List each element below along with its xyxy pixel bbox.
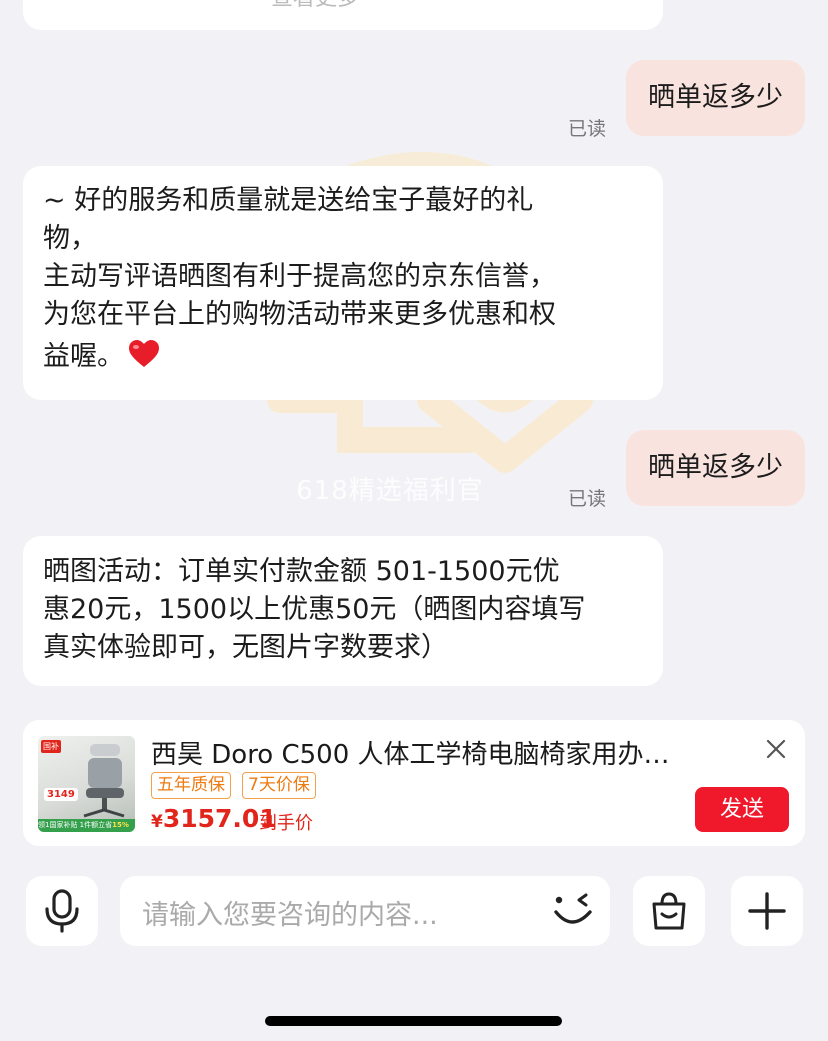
currency-symbol: ¥ bbox=[151, 812, 163, 832]
message-line: 益喔。 bbox=[43, 341, 124, 372]
thumb-banner: 领1国家补贴 1件额立省15% bbox=[38, 819, 135, 832]
watermark-text: 618精选福利官 bbox=[296, 476, 484, 506]
message-bubble-out[interactable]: 晒单返多少 bbox=[626, 430, 805, 506]
message-line-last: 益喔。 bbox=[43, 338, 643, 376]
thumb-banner-discount: 15% bbox=[112, 821, 129, 829]
price-protect-tag: 7天价保 bbox=[242, 772, 316, 799]
message-line: 主动写评语晒图有利于提高您的京东信誉， bbox=[43, 261, 556, 292]
message-bubble-in[interactable]: ~ 好的服务和质量就是送给宝子蕞好的礼 物， 主动写评语晒图有利于提高您的京东信… bbox=[23, 166, 663, 400]
message-line: 真实体验即可，无图片字数要求） bbox=[43, 632, 448, 663]
microphone-icon bbox=[45, 889, 79, 933]
thumb-price: 3149 bbox=[44, 788, 78, 801]
warranty-tag: 五年质保 bbox=[151, 772, 231, 799]
message-bubble-in[interactable]: 晒图活动：订单实付款金额 501-1500元优 惠20元，1500以上优惠50元… bbox=[23, 536, 663, 686]
price-label: 到手价 bbox=[259, 813, 313, 834]
thumb-badge: 国补 bbox=[41, 740, 61, 753]
plus-icon bbox=[748, 892, 786, 930]
read-status: 已读 bbox=[568, 488, 607, 510]
send-product-button[interactable]: 发送 bbox=[695, 787, 789, 832]
product-card[interactable]: 国补 3149 领1国家补贴 1件额立省15% 西昊 Doro C500 人体工… bbox=[23, 720, 805, 846]
message-line: 惠20元，1500以上优惠50元（晒图内容填写 bbox=[43, 594, 586, 625]
message-text: 晒单返多少 bbox=[648, 82, 783, 113]
message-bubble-partial: 查看更多 bbox=[23, 0, 663, 30]
heart-emoji-icon bbox=[129, 340, 159, 367]
partial-text: 查看更多 bbox=[271, 0, 359, 18]
message-line: 物， bbox=[43, 223, 97, 254]
message-line: ~ 好的服务和质量就是送给宝子蕞好的礼 bbox=[43, 185, 534, 216]
read-status: 已读 bbox=[568, 118, 607, 140]
home-indicator[interactable] bbox=[265, 1016, 562, 1026]
emoji-wink-icon[interactable] bbox=[552, 892, 594, 930]
more-button[interactable] bbox=[731, 876, 803, 946]
message-bubble-out[interactable]: 晒单返多少 bbox=[626, 60, 805, 136]
shopping-bag-icon bbox=[652, 892, 686, 930]
message-text: 晒单返多少 bbox=[648, 452, 783, 483]
chair-image-icon bbox=[83, 744, 125, 818]
message-line: 晒图活动：订单实付款金额 501-1500元优 bbox=[43, 556, 560, 587]
shopping-bag-button[interactable] bbox=[633, 876, 705, 946]
close-icon[interactable] bbox=[765, 738, 787, 760]
input-placeholder: 请输入您要咨询的内容... bbox=[142, 900, 438, 931]
product-price: ¥3157.01 bbox=[151, 804, 277, 833]
voice-button[interactable] bbox=[26, 876, 98, 946]
product-thumbnail[interactable]: 国补 3149 领1国家补贴 1件额立省15% bbox=[38, 736, 135, 832]
thumb-banner-text: 领1国家补贴 1件额立省 bbox=[38, 821, 113, 829]
product-title[interactable]: 西昊 Doro C500 人体工学椅电脑椅家用办… bbox=[151, 734, 691, 771]
message-input[interactable]: 请输入您要咨询的内容... bbox=[120, 876, 610, 946]
message-line: 为您在平台上的购物活动带来更多优惠和权 bbox=[43, 299, 556, 330]
